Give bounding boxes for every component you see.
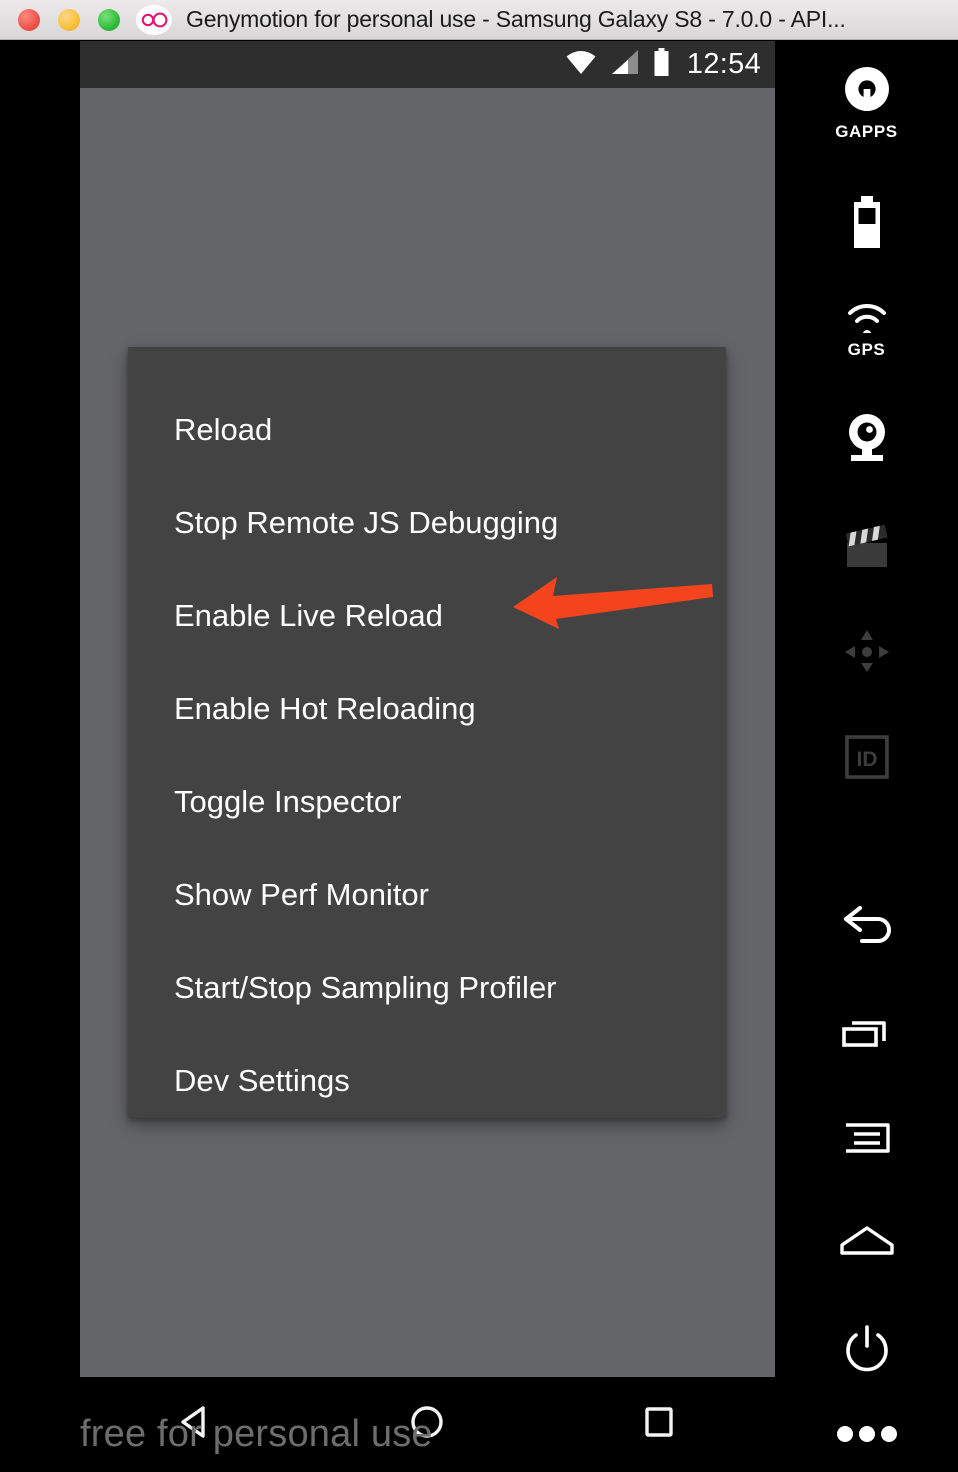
menu-icon bbox=[838, 1117, 896, 1164]
toolbar-item-power[interactable] bbox=[775, 1322, 958, 1381]
window-controls bbox=[18, 8, 120, 31]
gapps-label: GAPPS bbox=[835, 122, 898, 141]
toolbar-item-rotate[interactable] bbox=[775, 626, 958, 683]
battery-icon bbox=[850, 196, 884, 255]
toolbar-item-home[interactable] bbox=[775, 1221, 958, 1266]
genymotion-toolbar: GAPPS GPS ID bbox=[775, 41, 958, 1472]
toolbar-item-camera[interactable] bbox=[775, 411, 958, 468]
status-bar-clock: 12:54 bbox=[686, 48, 761, 80]
window-title-bar: Genymotion for personal use - Samsung Ga… bbox=[0, 0, 958, 40]
toolbar-item-menu[interactable] bbox=[775, 1117, 958, 1164]
cellular-signal-icon bbox=[610, 49, 640, 80]
clapperboard-icon bbox=[839, 519, 895, 576]
back-arrow-icon bbox=[838, 906, 896, 953]
maximize-button[interactable] bbox=[98, 8, 120, 31]
recent-apps-icon bbox=[838, 1011, 896, 1058]
menu-item-enable-hot-reloading[interactable]: Enable Hot Reloading bbox=[128, 662, 726, 755]
menu-item-reload[interactable]: Reload bbox=[128, 383, 726, 476]
camera-icon bbox=[839, 411, 895, 468]
toolbar-item-back[interactable] bbox=[775, 906, 958, 953]
toolbar-item-battery[interactable] bbox=[775, 196, 958, 255]
home-icon bbox=[836, 1221, 898, 1266]
genymotion-goggles-icon bbox=[136, 4, 172, 35]
toolbar-item-recent-apps[interactable] bbox=[775, 1011, 958, 1058]
battery-full-icon bbox=[653, 48, 670, 81]
menu-item-start-stop-sampling-profiler[interactable]: Start/Stop Sampling Profiler bbox=[128, 941, 726, 1034]
close-button[interactable] bbox=[18, 8, 40, 31]
gps-icon bbox=[843, 303, 891, 339]
react-native-dev-menu-dialog: Reload Stop Remote JS Debugging Enable L… bbox=[128, 347, 726, 1118]
identifiers-id-icon: ID bbox=[841, 731, 893, 788]
rotate-move-icon bbox=[839, 626, 895, 683]
toolbar-item-video-recorder[interactable] bbox=[775, 519, 958, 576]
genymotion-window: Genymotion for personal use - Samsung Ga… bbox=[0, 0, 958, 1472]
recents-square-icon[interactable] bbox=[639, 1402, 679, 1447]
menu-item-dev-settings[interactable]: Dev Settings bbox=[128, 1034, 726, 1127]
toolbar-item-more[interactable] bbox=[775, 1423, 958, 1450]
gps-label: GPS bbox=[847, 340, 886, 359]
wifi-icon bbox=[565, 49, 597, 80]
gapps-icon bbox=[841, 63, 893, 120]
toolbar-item-gps[interactable]: GPS bbox=[775, 303, 958, 360]
more-options-icon bbox=[832, 1423, 902, 1450]
toolbar-item-identifiers[interactable]: ID bbox=[775, 731, 958, 788]
back-triangle-icon[interactable] bbox=[176, 1402, 216, 1447]
menu-item-toggle-inspector[interactable]: Toggle Inspector bbox=[128, 755, 726, 848]
power-icon bbox=[840, 1322, 894, 1381]
minimize-button[interactable] bbox=[58, 8, 80, 31]
android-status-bar: 12:54 bbox=[80, 41, 775, 88]
menu-item-stop-remote-js-debugging[interactable]: Stop Remote JS Debugging bbox=[128, 476, 726, 569]
device-screen: 12:54 Reload Stop Remote JS Debugging En… bbox=[80, 41, 775, 1377]
android-navigation-bar bbox=[80, 1377, 775, 1472]
toolbar-item-gapps[interactable]: GAPPS bbox=[775, 63, 958, 142]
window-title: Genymotion for personal use - Samsung Ga… bbox=[186, 6, 846, 32]
menu-item-enable-live-reload[interactable]: Enable Live Reload bbox=[128, 569, 726, 662]
svg-text:ID: ID bbox=[856, 748, 877, 771]
home-circle-icon[interactable] bbox=[407, 1402, 447, 1447]
menu-item-show-perf-monitor[interactable]: Show Perf Monitor bbox=[128, 848, 726, 941]
